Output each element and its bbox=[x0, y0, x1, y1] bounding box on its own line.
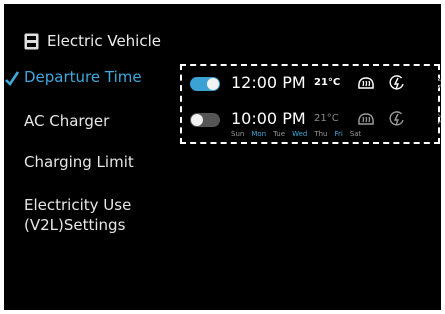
menu-item-v2l-settings[interactable]: (V2L)Settings bbox=[24, 215, 125, 235]
schedule-time: 10:00 PM bbox=[231, 109, 306, 128]
day-sun[interactable]: Sun bbox=[231, 130, 244, 138]
schedule-row[interactable]: 10:00 PM 21°C Sun Mon Tue Wed Thu Fri Sa… bbox=[190, 108, 441, 138]
weekday-selector: Sun Mon Tue Wed Thu Fri Sat bbox=[231, 130, 361, 138]
menu-item-charging-limit[interactable]: Charging Limit bbox=[24, 152, 134, 172]
page-title: Electric Vehicle bbox=[47, 32, 161, 50]
defrost-icon bbox=[358, 113, 374, 125]
schedule-temperature: 21°C bbox=[314, 113, 339, 124]
departure-schedule-panel: 12:00 PM 21°C 10:00 PM 21°C Sun Mon Tue … bbox=[180, 64, 441, 144]
schedule-toggle[interactable] bbox=[190, 77, 220, 91]
day-wed[interactable]: Wed bbox=[292, 130, 307, 138]
page-header: Electric Vehicle bbox=[24, 28, 161, 54]
toggle-knob bbox=[207, 78, 219, 90]
menu-item-ac-charger[interactable]: AC Charger bbox=[24, 111, 109, 131]
day-sat[interactable]: Sat bbox=[350, 130, 361, 138]
schedule-toggle[interactable] bbox=[190, 113, 220, 127]
day-mon[interactable]: Mon bbox=[251, 130, 266, 138]
schedule-temperature: 21°C bbox=[314, 77, 341, 88]
toggle-knob bbox=[191, 114, 203, 126]
ev-settings-screen: Electric Vehicle Departure Time AC Charg… bbox=[4, 4, 441, 310]
day-fri[interactable]: Fri bbox=[334, 130, 342, 138]
defrost-icon bbox=[358, 77, 374, 89]
check-icon bbox=[5, 71, 19, 86]
schedule-row[interactable]: 12:00 PM 21°C bbox=[190, 72, 441, 100]
charging-icon bbox=[389, 75, 404, 90]
chevron-right-icon[interactable] bbox=[436, 77, 441, 89]
menu-item-departure-time[interactable]: Departure Time bbox=[24, 67, 142, 87]
day-thu[interactable]: Thu bbox=[314, 130, 327, 138]
schedule-time: 12:00 PM bbox=[231, 73, 306, 92]
menu-item-electricity-use[interactable]: Electricity Use bbox=[24, 195, 131, 215]
chevron-right-icon[interactable] bbox=[436, 113, 441, 125]
ev-icon bbox=[24, 33, 39, 49]
day-tue[interactable]: Tue bbox=[273, 130, 285, 138]
charging-icon bbox=[389, 111, 404, 126]
